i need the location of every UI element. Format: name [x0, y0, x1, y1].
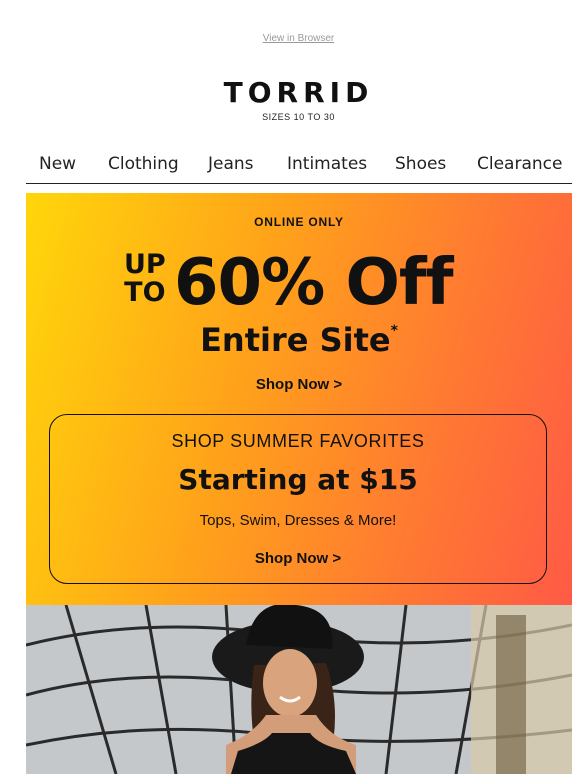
model-photo[interactable] — [26, 605, 572, 774]
discount-headline: 60% Off — [174, 246, 454, 320]
nav-item-intimates[interactable]: Intimates — [287, 154, 367, 174]
nav-item-shoes[interactable]: Shoes — [395, 154, 446, 174]
up-to-label: UP TO — [124, 251, 166, 307]
category-nav: New Clothing Jeans Intimates Shoes Clear… — [26, 152, 572, 184]
summer-shop-now-button[interactable]: Shop Now > — [50, 550, 546, 567]
nav-item-clearance[interactable]: Clearance — [477, 154, 562, 174]
view-in-browser-link[interactable]: View in Browser — [0, 33, 580, 44]
nav-item-new[interactable]: New — [39, 154, 76, 174]
entire-site-text: Entire Site — [200, 321, 391, 359]
torrid-logo[interactable]: TORRID — [0, 76, 580, 109]
sale-hero-banner[interactable]: ONLINE ONLY UP TO 60% Off Entire Site* S… — [26, 193, 572, 605]
online-only-eyebrow: ONLINE ONLY — [254, 215, 344, 229]
disclaimer-asterisk: * — [390, 323, 398, 339]
summer-favorites-title: SHOP SUMMER FAVORITES — [171, 431, 425, 451]
model-photo-illustration — [26, 605, 572, 774]
starting-price-headline: Starting at $15 — [178, 463, 418, 496]
up-word: UP — [124, 249, 166, 280]
shop-now-button[interactable]: Shop Now > — [26, 376, 572, 393]
size-tagline: SIZES 10 TO 30 — [262, 112, 335, 122]
nav-item-clothing[interactable]: Clothing — [108, 154, 179, 174]
face — [263, 649, 317, 717]
category-list-text: Tops, Swim, Dresses & More! — [199, 512, 397, 529]
entire-site-subheadline: Entire Site* — [26, 321, 572, 359]
to-word: TO — [124, 277, 166, 308]
summer-favorites-box[interactable]: SHOP SUMMER FAVORITES Starting at $15 To… — [49, 414, 547, 584]
nav-item-jeans[interactable]: Jeans — [208, 154, 254, 174]
window-frame — [496, 615, 526, 774]
